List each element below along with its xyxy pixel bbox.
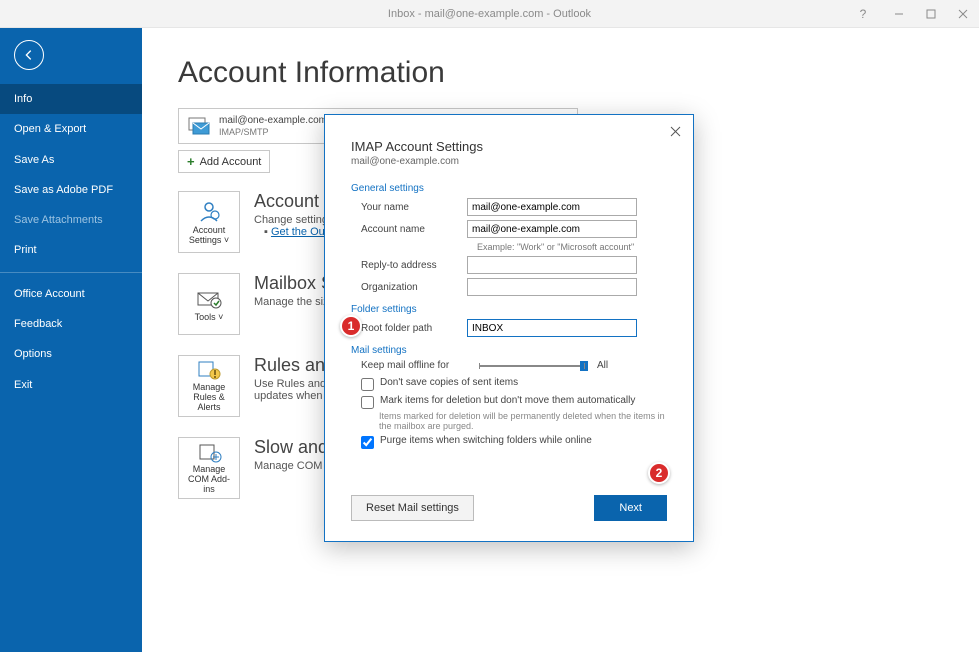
dont-save-label: Don't save copies of sent items [380,377,518,388]
sidebar-item-save-attachments: Save Attachments [0,205,142,235]
dialog-subtitle: mail@one-example.com [351,156,667,167]
account-settings-icon [197,198,221,224]
reset-mail-settings-button[interactable]: Reset Mail settings [351,495,474,521]
root-folder-input[interactable] [467,319,637,337]
page-title: Account Information [178,56,943,90]
mark-deletion-checkbox[interactable] [361,396,374,409]
dont-save-checkbox[interactable] [361,378,374,391]
mark-deletion-note: Items marked for deletion will be perman… [379,411,667,431]
keep-offline-slider[interactable] [479,365,585,367]
tools-tile[interactable]: Tools ˅ [178,273,240,335]
mail-settings-head: Mail settings [351,345,667,356]
organization-input[interactable] [467,278,637,296]
root-folder-label: Root folder path [351,323,467,334]
keep-offline-value: All [597,360,608,371]
back-button[interactable] [14,40,44,70]
your-name-label: Your name [351,202,467,213]
keep-offline-label: Keep mail offline for [351,360,467,371]
tools-icon [196,285,222,311]
account-settings-tile[interactable]: Account Settings ˅ [178,191,240,253]
window-controls [883,0,979,28]
annotation-1: 1 [340,315,362,337]
dialog-title: IMAP Account Settings [351,139,667,154]
sidebar-item-print[interactable]: Print [0,235,142,265]
next-button[interactable]: Next [594,495,667,521]
maximize-button[interactable] [915,0,947,28]
imap-settings-dialog: IMAP Account Settings mail@one-example.c… [324,114,694,542]
add-account-button[interactable]: + Add Account [178,150,270,173]
sidebar-item-info[interactable]: Info [0,84,142,114]
plus-icon: + [187,154,195,169]
reply-to-input[interactable] [467,256,637,274]
account-protocol: IMAP/SMTP [219,127,327,138]
window-title: Inbox - mail@one-example.com - Outlook [388,8,591,20]
purge-label: Purge items when switching folders while… [380,435,592,446]
sidebar-separator [0,272,142,273]
rules-icon [196,359,222,381]
account-icon [185,114,213,138]
account-name-input[interactable] [467,220,637,238]
reply-to-label: Reply-to address [351,260,467,271]
help-button[interactable]: ? [851,0,875,28]
account-email: mail@one-example.com [219,115,327,127]
sidebar-item-exit[interactable]: Exit [0,370,142,400]
mark-deletion-label: Mark items for deletion but don't move t… [380,395,635,406]
account-name-hint: Example: "Work" or "Microsoft account" [477,242,667,252]
your-name-input[interactable] [467,198,637,216]
minimize-button[interactable] [883,0,915,28]
organization-label: Organization [351,282,467,293]
sidebar-item-feedback[interactable]: Feedback [0,309,142,339]
general-settings-head: General settings [351,183,667,194]
folder-settings-head: Folder settings [351,304,667,315]
sidebar-item-options[interactable]: Options [0,339,142,369]
purge-checkbox[interactable] [361,436,374,449]
com-addins-tile[interactable]: Manage COM Add-ins [178,437,240,499]
annotation-2: 2 [648,462,670,484]
addins-icon [196,441,222,463]
rules-alerts-tile[interactable]: Manage Rules & Alerts [178,355,240,417]
sidebar-item-save-adobe-pdf[interactable]: Save as Adobe PDF [0,175,142,205]
add-account-label: Add Account [200,156,262,168]
close-button[interactable] [947,0,979,28]
sidebar-item-open-export[interactable]: Open & Export [0,114,142,144]
dialog-close-button[interactable] [665,121,685,141]
title-bar: Inbox - mail@one-example.com - Outlook ? [0,0,979,28]
sidebar-item-office-account[interactable]: Office Account [0,279,142,309]
sidebar-item-save-as[interactable]: Save As [0,145,142,175]
account-name-label: Account name [351,224,467,235]
backstage-sidebar: Info Open & Export Save As Save as Adobe… [0,28,142,652]
